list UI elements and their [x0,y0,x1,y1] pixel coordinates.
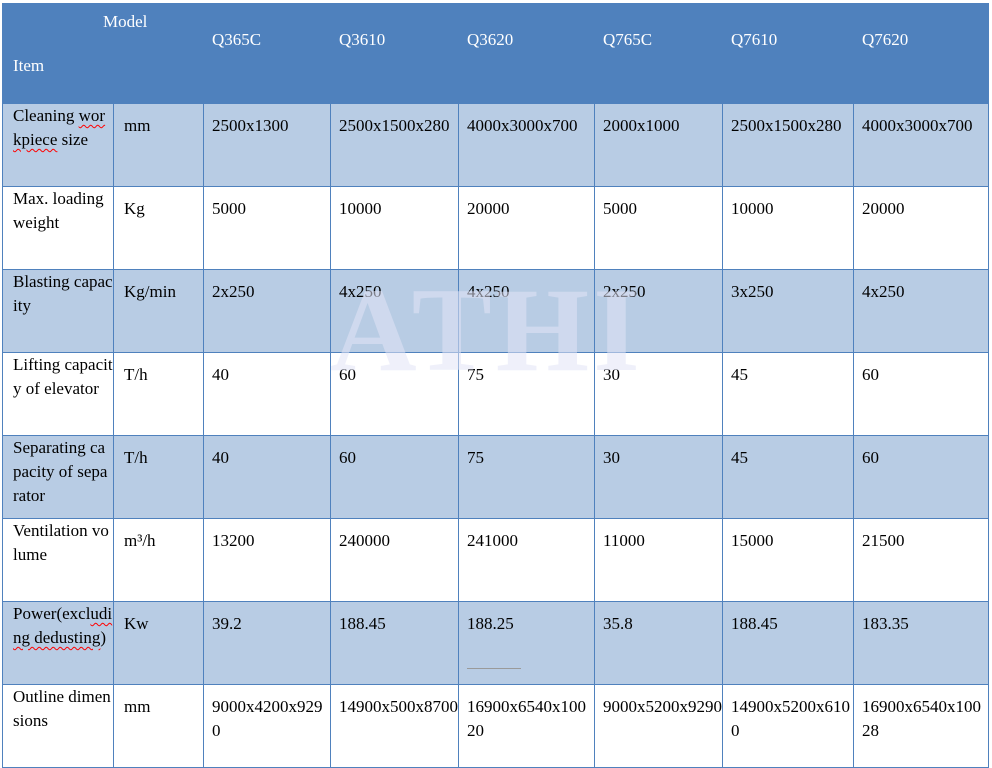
value-cell: 14900x500x8700 [330,684,459,768]
value-cell: 9000x4200x9290 [203,684,331,768]
value-cell: 9000x5200x9290 [594,684,723,768]
unit-cell: T/h [113,352,204,436]
value-cell: 4x250 [853,269,989,353]
header-corner-cell: Model Item [2,3,204,104]
item-name-after: ) [100,628,107,647]
table-row: Blasting capacity Kg/min 2x250 4x250 4x250 2x… [2,269,989,353]
table-row: Max. loading weight Kg 5000 10000 20000 5000 1… [2,186,989,270]
item-name-before: Lifting capacity of elevator [13,355,113,398]
item-name-before: Outline dimensions [13,687,111,730]
item-name-cell: Outline dimensions [2,684,114,768]
value-cell: 40 [203,435,331,519]
unit-cell: T/h [113,435,204,519]
value-cell: 40 [203,352,331,436]
table-row: Lifting capacity of elevator T/h 40 60 75 30 4… [2,352,989,436]
value-cell: 3x250 [722,269,854,353]
model-label: Model [103,12,148,31]
header-model-q765c: Q765C [594,3,723,104]
table-row: Cleaning workpiece size mm 2500x1300 2500x1… [2,103,989,187]
item-name-cell: Blasting capacity [2,269,114,353]
value-cell: 2000x1000 [594,103,723,187]
spec-sheet: Model Item Q365C Q3610 Q3620 Q765C Q7610… [0,0,992,768]
item-name-cell: Max. loading weight [2,186,114,270]
value-cell: 45 [722,352,854,436]
value-cell: 75 [458,352,595,436]
value-cell: 15000 [722,518,854,602]
table-row: Separating capacity of separator T/h 40 60 7… [2,435,989,519]
item-name-cell: Separating capacity of separator [2,435,114,519]
value-cell: 183.35 [853,601,989,685]
value-cell: 2x250 [594,269,723,353]
header-model-q3610: Q3610 [330,3,459,104]
header-model-q365c: Q365C [203,3,331,104]
item-name-before: Cleaning [13,106,79,125]
value-cell: 60 [330,435,459,519]
value-cell: 5000 [594,186,723,270]
unit-cell: Kg [113,186,204,270]
value-cell: 20000 [853,186,989,270]
value-cell: 188.45 [722,601,854,685]
item-name-before: Blasting capacity [13,272,113,315]
unit-cell: Kg/min [113,269,204,353]
value-cell: 30 [594,435,723,519]
unit-cell: mm [113,684,204,768]
value-cell: 4x250 [330,269,459,353]
value-cell: 240000 [330,518,459,602]
unit-cell: m³/h [113,518,204,602]
item-label: Item [13,56,45,75]
value-cell: 4000x3000x700 [458,103,595,187]
table-row: Ventilation volume m³/h 13200 240000 241000 1… [2,518,989,602]
value-cell: 10000 [722,186,854,270]
header-model-q7620: Q7620 [853,3,989,104]
value-cell: 5000 [203,186,331,270]
value-cell: 11000 [594,518,723,602]
value-cell: 2500x1500x280 [330,103,459,187]
value-cell: 35.8 [594,601,723,685]
value-cell: 21500 [853,518,989,602]
value-cell: 188.45 [330,601,459,685]
spec-table-body: Model Item Q365C Q3610 Q3620 Q765C Q7610… [2,3,989,768]
value-cell: 241000 [458,518,595,602]
value-cell: 75 [458,435,595,519]
value-cell: 4000x3000x700 [853,103,989,187]
value-cell: 10000 [330,186,459,270]
value-cell: 60 [853,352,989,436]
value-cell: 2x250 [203,269,331,353]
item-name-cell: Lifting capacity of elevator [2,352,114,436]
value-cell: 16900x6540x10020 [458,684,595,768]
spec-table: Model Item Q365C Q3610 Q3620 Q765C Q7610… [2,3,989,768]
item-name-before: Power(excl [13,604,91,623]
value-cell: 30 [594,352,723,436]
unit-cell: mm [113,103,204,187]
unit-cell: Kw [113,601,204,685]
value-cell: 4x250 [458,269,595,353]
value-cell: 45 [722,435,854,519]
item-name-before: Separating capacity of separator [13,438,108,505]
item-name-before: Ventilation volume [13,521,109,564]
table-row: Outline dimensions mm 9000x4200x9290 14900x… [2,684,989,768]
value-cell: 14900x5200x6100 [722,684,854,768]
item-name-before: Max. loading weight [13,189,104,232]
value-cell: 2500x1500x280 [722,103,854,187]
item-name-after: size [57,130,89,149]
item-name-cell: Ventilation volume [2,518,114,602]
value-cell: 16900x6540x10028 [853,684,989,768]
item-name-cell: Power(excluding dedusting) [2,601,114,685]
value-cell: 20000 [458,186,595,270]
header-model-q7610: Q7610 [722,3,854,104]
value-cell: 60 [330,352,459,436]
value-cell: 2500x1300 [203,103,331,187]
table-header-row: Model Item Q365C Q3610 Q3620 Q765C Q7610… [2,3,989,104]
item-name-cell: Cleaning workpiece size [2,103,114,187]
value-cell: 60 [853,435,989,519]
value-cell: 13200 [203,518,331,602]
header-model-q3620: Q3620 [458,3,595,104]
value-cell: 39.2 [203,601,331,685]
